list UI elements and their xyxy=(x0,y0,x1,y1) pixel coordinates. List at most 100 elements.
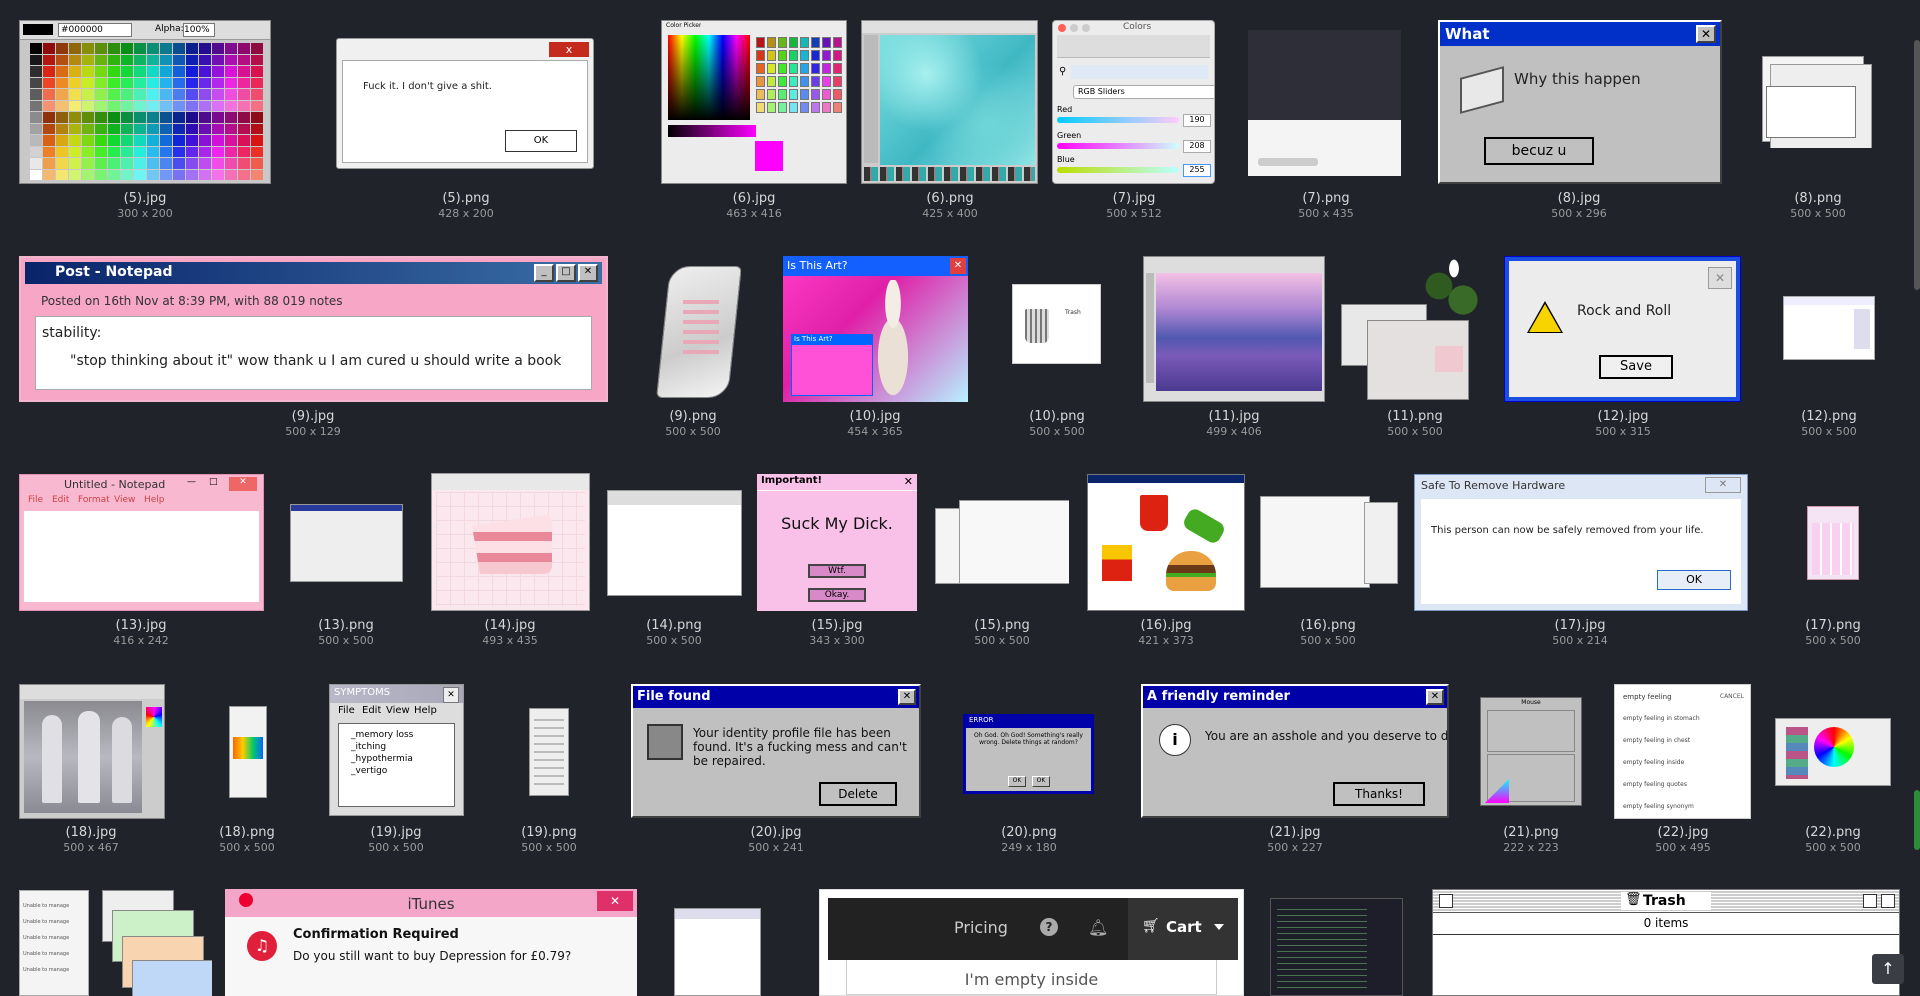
basic-colors-grid[interactable] xyxy=(756,37,844,117)
spectrum[interactable] xyxy=(668,35,750,120)
palette-swatch[interactable] xyxy=(43,77,55,88)
thumb-8-jpg[interactable]: What ✕ Why this happen becuz u xyxy=(1438,20,1722,184)
palette-swatch[interactable] xyxy=(160,89,172,100)
palette-swatch[interactable] xyxy=(173,169,185,180)
palette-swatch[interactable] xyxy=(199,158,211,169)
basic-color-swatch[interactable] xyxy=(811,63,820,74)
basic-color-swatch[interactable] xyxy=(811,102,820,113)
palette-swatch[interactable] xyxy=(186,54,198,65)
save-button[interactable]: Save xyxy=(1599,355,1673,379)
palette-swatch[interactable] xyxy=(69,123,81,134)
palette-swatch[interactable] xyxy=(121,146,133,157)
palette-swatch[interactable] xyxy=(95,100,107,111)
search-input[interactable]: empty feeling xyxy=(1623,693,1672,701)
palette-swatch[interactable] xyxy=(225,146,237,157)
file-name[interactable]: (16).png xyxy=(1198,618,1458,634)
palette-swatch[interactable] xyxy=(147,66,159,77)
thumb-8-png[interactable] xyxy=(1762,56,1872,148)
palette-swatch[interactable] xyxy=(147,123,159,134)
palette-swatch[interactable] xyxy=(251,169,263,180)
close-icon[interactable]: x xyxy=(549,42,589,57)
palette-swatch[interactable] xyxy=(225,135,237,146)
palette-swatch[interactable] xyxy=(30,112,42,123)
basic-color-swatch[interactable] xyxy=(756,50,765,61)
toolbox[interactable] xyxy=(864,35,878,163)
thumb-row5-window[interactable] xyxy=(674,908,761,996)
palette-swatch[interactable] xyxy=(199,54,211,65)
file-name[interactable]: (7).png xyxy=(1196,191,1456,207)
palette-swatch[interactable] xyxy=(30,100,42,111)
palette-swatch[interactable] xyxy=(147,112,159,123)
palette-swatch[interactable] xyxy=(160,169,172,180)
palette-swatch[interactable] xyxy=(69,100,81,111)
palette-swatch[interactable] xyxy=(186,123,198,134)
palette-swatch[interactable] xyxy=(43,146,55,157)
bell-icon[interactable]: 🔔︎ xyxy=(1088,918,1108,937)
file-name[interactable]: (12).png xyxy=(1699,409,1920,425)
ok-button[interactable]: OK xyxy=(505,130,577,152)
palette-swatch[interactable] xyxy=(134,66,146,77)
palette-swatch[interactable] xyxy=(173,112,185,123)
palette-swatch[interactable] xyxy=(30,89,42,100)
palette-swatch[interactable] xyxy=(160,112,172,123)
basic-color-swatch[interactable] xyxy=(789,50,798,61)
thumb-itunes[interactable]: iTunes ✕ ♫ Confirmation Required Do you … xyxy=(225,889,637,996)
palette-swatch[interactable] xyxy=(108,89,120,100)
palette-swatch[interactable] xyxy=(186,77,198,88)
close-icon[interactable]: ✕ xyxy=(904,475,913,488)
palette-swatch[interactable] xyxy=(238,135,250,146)
ok-button-1[interactable]: OK xyxy=(1008,776,1026,787)
scrollbar-thumb[interactable] xyxy=(1914,40,1920,290)
suggestion-item[interactable]: empty feeling inside xyxy=(1623,759,1684,766)
palette-swatch[interactable] xyxy=(173,89,185,100)
palette-swatch[interactable] xyxy=(82,135,94,146)
wtf-button[interactable]: Wtf. xyxy=(808,564,866,578)
basic-color-swatch[interactable] xyxy=(833,63,842,74)
close-button[interactable]: ✕ xyxy=(1708,267,1732,289)
palette-swatch[interactable] xyxy=(30,158,42,169)
palette-swatch[interactable] xyxy=(134,135,146,146)
maximize-button[interactable]: □ xyxy=(556,264,576,282)
basic-color-swatch[interactable] xyxy=(800,63,809,74)
scroll-to-top-button[interactable]: ↑ xyxy=(1872,954,1904,984)
palette-swatch[interactable] xyxy=(186,135,198,146)
palette-swatch[interactable] xyxy=(69,77,81,88)
basic-color-swatch[interactable] xyxy=(778,102,787,113)
palette-swatch[interactable] xyxy=(82,158,94,169)
blue-value[interactable]: 255 xyxy=(1183,164,1211,177)
palette-swatch[interactable] xyxy=(95,146,107,157)
palette-swatch[interactable] xyxy=(69,112,81,123)
palette-swatch[interactable] xyxy=(30,123,42,134)
thumb-17-jpg[interactable]: Safe To Remove Hardware ✕ This person ca… xyxy=(1414,474,1748,611)
palette-swatch[interactable] xyxy=(56,169,68,180)
thumb-16-jpg[interactable] xyxy=(1087,474,1245,611)
palette-swatch[interactable] xyxy=(238,54,250,65)
basic-color-swatch[interactable] xyxy=(822,89,831,100)
palette-swatch[interactable] xyxy=(251,66,263,77)
basic-color-swatch[interactable] xyxy=(822,76,831,87)
cancel-button[interactable]: CANCEL xyxy=(1720,693,1744,700)
palette-swatch[interactable] xyxy=(238,146,250,157)
thumb-9-jpg[interactable]: Post - Notepad _ □ ✕ Posted on 16th Nov … xyxy=(19,256,608,402)
basic-color-swatch[interactable] xyxy=(811,50,820,61)
palette-swatch[interactable] xyxy=(238,169,250,180)
palette-swatch[interactable] xyxy=(56,77,68,88)
palette-swatch[interactable] xyxy=(56,158,68,169)
palette-swatch[interactable] xyxy=(30,43,42,54)
file-name[interactable]: (9).jpg xyxy=(183,409,443,425)
basic-color-swatch[interactable] xyxy=(789,89,798,100)
thumb-10-png[interactable]: Trash xyxy=(1012,284,1101,364)
file-name[interactable]: (17).png xyxy=(1703,618,1920,634)
palette-swatch[interactable] xyxy=(147,54,159,65)
menu-view[interactable]: View xyxy=(114,495,135,505)
file-name[interactable]: (17).jpg xyxy=(1450,618,1710,634)
palette-swatch[interactable] xyxy=(69,169,81,180)
palette-swatch[interactable] xyxy=(95,158,107,169)
palette-swatch[interactable] xyxy=(134,100,146,111)
search-icon[interactable]: ⚲ xyxy=(1059,66,1066,77)
palette-swatch[interactable] xyxy=(160,135,172,146)
palette-swatch[interactable] xyxy=(238,123,250,134)
palette-swatch[interactable] xyxy=(82,169,94,180)
palette-swatch[interactable] xyxy=(30,146,42,157)
thumb-7-jpg[interactable]: Colors ⚲ RGB Sliders Red 190 Green 208 B… xyxy=(1052,20,1215,184)
